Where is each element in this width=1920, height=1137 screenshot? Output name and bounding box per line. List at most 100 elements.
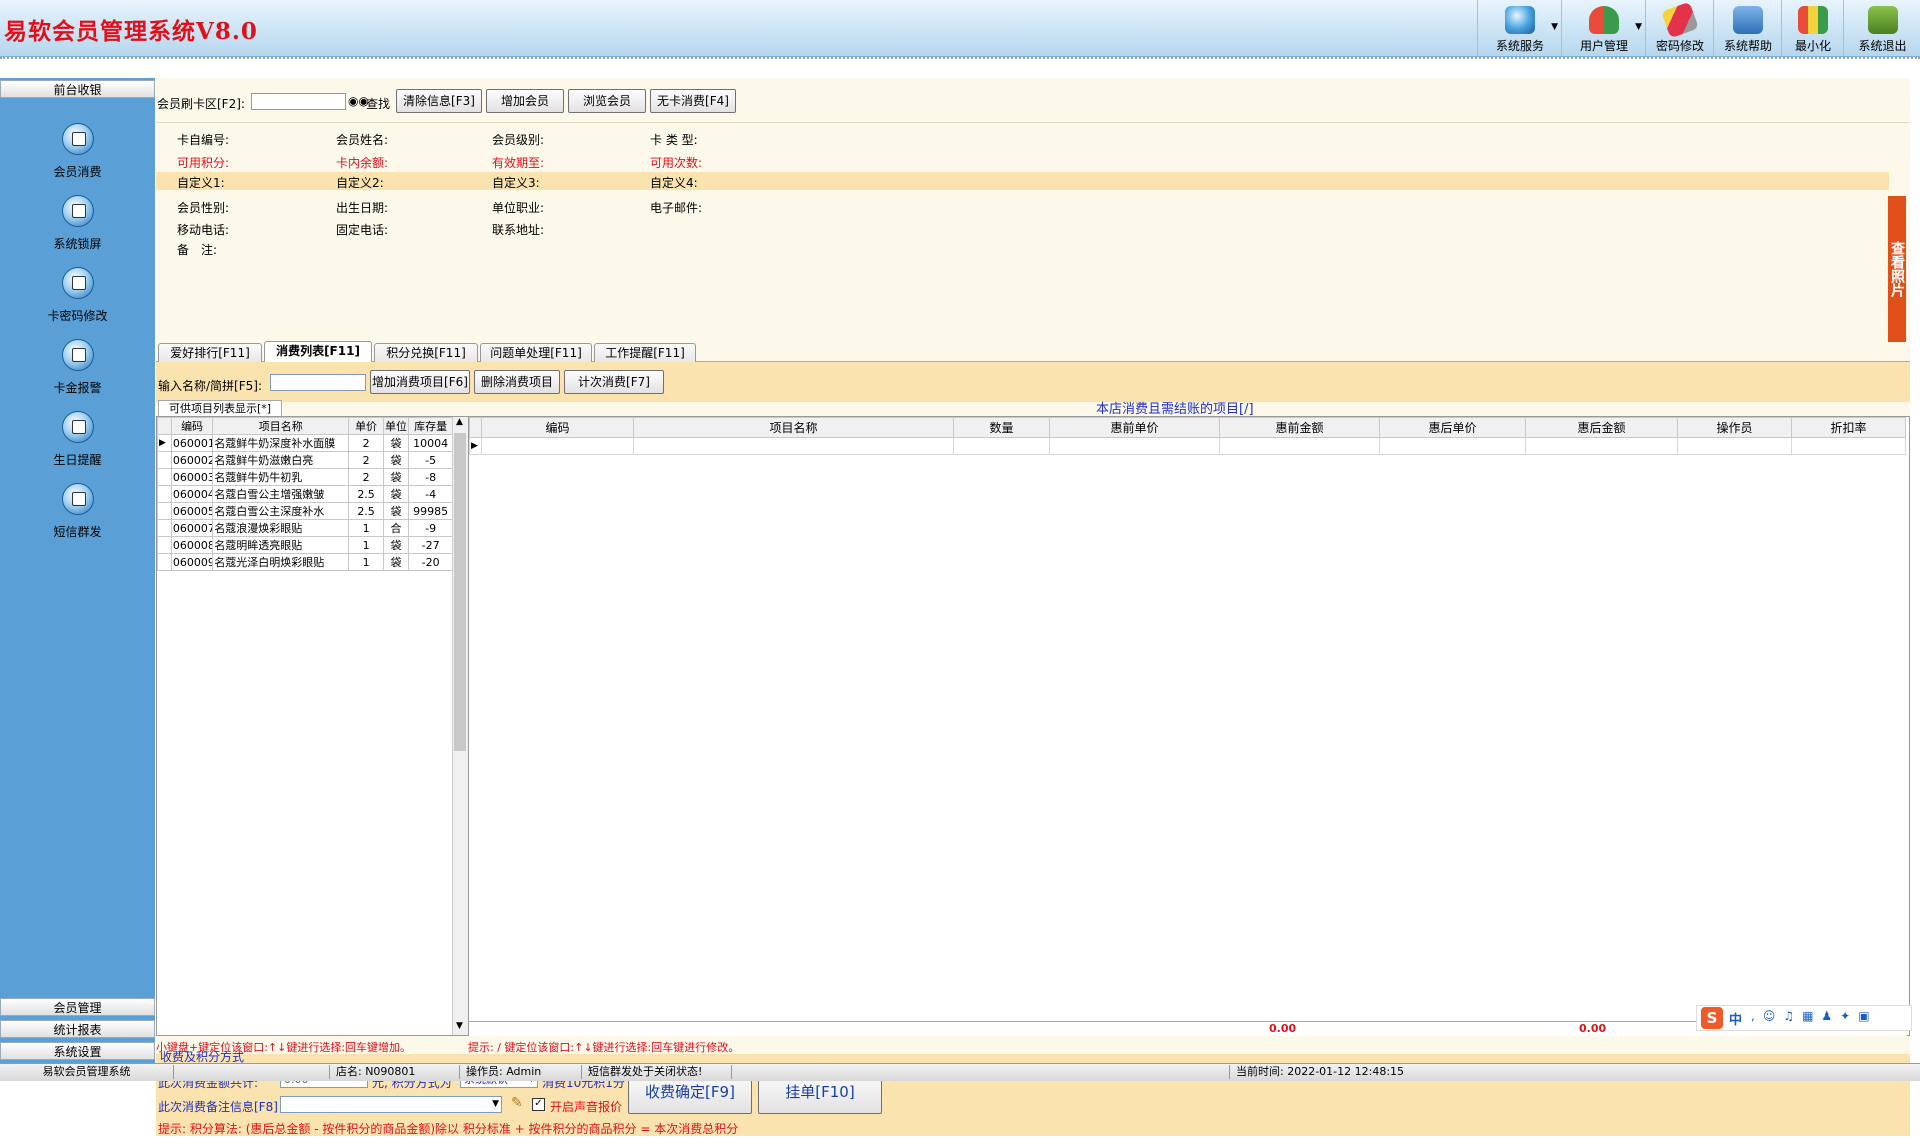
table-row[interactable]: ▶ [469, 437, 1906, 455]
system-help-button[interactable]: 系统帮助 [1713, 0, 1782, 56]
add-consume-item-button[interactable]: 增加消费项目[F6] [370, 370, 470, 394]
points-formula-tip: 提示: 积分算法: (惠后总金额 - 按件积分的商品金额)除以 积分标准 + 按… [158, 1122, 739, 1136]
scroll-down-icon[interactable]: ▼ [456, 1021, 463, 1031]
column-header[interactable]: 单价 [348, 417, 384, 435]
table-cell: 名蔻白雪公主深度补水 [212, 502, 350, 520]
tab-points-exchange[interactable]: 积分兑换[F11] [374, 343, 478, 362]
tab-issue-handling[interactable]: 问题单处理[F11] [480, 343, 592, 362]
table-row[interactable]: 060003 名蔻鲜牛奶牛初乳 2 袋 -8 [157, 468, 453, 486]
bill-hint: 提示: / 键定位该窗口:↑↓键进行选择:回车键进行修改。 [468, 1041, 740, 1054]
column-header[interactable]: 项目名称 [633, 417, 954, 438]
sidebar-header-member-management[interactable]: 会员管理 [0, 998, 155, 1016]
scroll-up-icon[interactable]: ▲ [456, 417, 463, 427]
item-search-input[interactable] [270, 374, 366, 391]
column-header[interactable]: 操作员 [1677, 417, 1792, 438]
member-card-input[interactable] [251, 93, 346, 110]
sidebar: 前台收银 会员消费 系统锁屏 卡密码修改 卡金报警 生日提醒 短信群发 会员管理… [0, 78, 155, 1063]
row-indicator [157, 536, 172, 554]
chevron-down-icon[interactable]: ▼ [492, 1097, 499, 1112]
ime-toolbar[interactable]: S 中 ,☺♫▦♟✦▣ [1696, 1005, 1912, 1031]
sidebar-header-settings[interactable]: 系统设置 [0, 1042, 155, 1060]
sidebar-header-checkout[interactable]: 前台收银 [0, 80, 155, 98]
row-indicator [157, 451, 172, 469]
table-row[interactable]: 060002 名蔻鲜牛奶滋嫩白亮 2 袋 -5 [157, 451, 453, 469]
note-select[interactable]: ▼ [280, 1096, 502, 1113]
system-service-button[interactable]: ▼ 系统服务 [1477, 0, 1562, 56]
user-management-button[interactable]: ▼ 用户管理 [1561, 0, 1646, 56]
custom4-label: 自定义4: [650, 176, 698, 190]
table-cell: -20 [408, 553, 453, 571]
product-scrollbar[interactable]: ▲ ▼ [452, 417, 468, 1035]
column-header[interactable]: 库存量 [408, 417, 453, 435]
count-consume-button[interactable]: 计次消费[F7] [564, 370, 664, 394]
column-header[interactable]: 项目名称 [212, 417, 350, 435]
table-cell: 060005 [170, 502, 214, 520]
pencil-icon [1661, 1, 1699, 39]
scrollbar-thumb[interactable] [454, 433, 466, 751]
minimize-label: 最小化 [1794, 39, 1831, 53]
sidebar-item-label: 会员消费 [53, 165, 102, 179]
clear-info-button[interactable]: 清除信息[F3] [396, 89, 482, 113]
member-level-label: 会员级别: [492, 133, 545, 147]
ime-mode[interactable]: 中 [1729, 1009, 1742, 1028]
table-row[interactable]: 060008 名蔻明眸透亮眼贴 1 袋 -27 [157, 536, 453, 554]
table-cell: 1 [348, 519, 384, 537]
sidebar-item-balance-alarm[interactable]: 卡金报警 [0, 339, 155, 411]
column-header[interactable]: 编码 [170, 417, 214, 435]
sidebar-header-reports[interactable]: 统计报表 [0, 1020, 155, 1038]
column-header[interactable]: 惠后金额 [1525, 417, 1678, 438]
column-header[interactable]: 单位 [382, 417, 410, 435]
tab-work-reminder[interactable]: 工作提醒[F11] [594, 343, 696, 362]
add-member-button[interactable]: 增加会员 [486, 89, 564, 113]
table-cell: 名蔻鲜牛奶滋嫩白亮 [212, 451, 350, 469]
table-row[interactable]: ▶ 060001 名蔻鲜牛奶深度补水面膜 2 袋 10004 [157, 434, 453, 452]
tab-consume-list[interactable]: 消费列表[F11] [264, 341, 372, 362]
sidebar-item-sms[interactable]: 短信群发 [0, 483, 155, 555]
table-cell: 060008 [170, 536, 214, 554]
change-password-button[interactable]: 密码修改 [1645, 0, 1714, 56]
products-tab[interactable]: 可供项目列表显示[*] [158, 400, 282, 416]
table-cell: 袋 [382, 536, 410, 554]
lock-screen-icon [62, 195, 94, 227]
voice-label: 开启声音报价 [550, 1100, 623, 1114]
sidebar-item-label: 系统锁屏 [53, 237, 102, 251]
no-card-consume-button[interactable]: 无卡消费[F4] [650, 89, 736, 113]
ime-tool-icons[interactable]: ,☺♫▦♟✦▣ [1751, 1009, 1878, 1023]
voice-checkbox[interactable]: ✓ [532, 1098, 545, 1111]
system-exit-button[interactable]: 系统退出 [1843, 0, 1920, 56]
minimize-button[interactable]: 最小化 [1781, 0, 1844, 56]
bill-header-row: 编码 项目名称 数量 惠前单价 惠前金额 惠后单价 惠后金额 操作员 折扣率 [469, 417, 1906, 438]
table-row[interactable]: 060007 名蔻浪漫焕彩眼贴 1 合 -9 [157, 519, 453, 537]
email-label: 电子邮件: [650, 201, 703, 215]
sidebar-item-birthday[interactable]: 生日提醒 [0, 411, 155, 483]
find-label[interactable]: 查找 [366, 95, 390, 112]
birthday-icon [62, 411, 94, 443]
gender-label: 会员性别: [177, 201, 230, 215]
home-icon [62, 123, 94, 155]
column-header[interactable]: 惠前单价 [1049, 417, 1220, 438]
column-header[interactable]: 惠后单价 [1379, 417, 1526, 438]
member-name-label: 会员姓名: [336, 133, 389, 147]
table-cell: -8 [408, 468, 453, 486]
card-balance-label: 卡内余额: [336, 156, 389, 170]
divider [0, 57, 1920, 63]
sidebar-item-member-consume[interactable]: 会员消费 [0, 123, 155, 195]
tab-hobby-rank[interactable]: 爱好排行[F11] [158, 343, 262, 362]
column-header[interactable]: 数量 [953, 417, 1050, 438]
table-cell: 2.5 [348, 485, 384, 503]
sidebar-item-card-password[interactable]: 卡密码修改 [0, 267, 155, 339]
pencil-icon[interactable]: ✎ [511, 1095, 523, 1111]
table-row[interactable]: 060005 名蔻白雪公主深度补水 2.5 袋 99985 [157, 502, 453, 520]
view-photo-button[interactable]: 查看照片 [1888, 196, 1906, 342]
column-header[interactable]: 编码 [481, 417, 634, 438]
table-row[interactable]: 060004 名蔻白雪公主增强嫩皱 2.5 袋 -4 [157, 485, 453, 503]
table-row[interactable]: 060009 名蔻光泽白明焕彩眼贴 1 袋 -20 [157, 553, 453, 571]
sidebar-item-lock-screen[interactable]: 系统锁屏 [0, 195, 155, 267]
delete-consume-item-button[interactable]: 删除消费项目 [474, 370, 560, 394]
column-header[interactable]: 惠前金额 [1219, 417, 1380, 438]
exit-door-icon [1867, 6, 1898, 34]
column-header[interactable]: 折扣率 [1791, 417, 1906, 438]
browse-members-button[interactable]: 浏览会员 [568, 89, 646, 113]
table-cell: 2 [348, 434, 384, 452]
card-password-icon [62, 267, 94, 299]
